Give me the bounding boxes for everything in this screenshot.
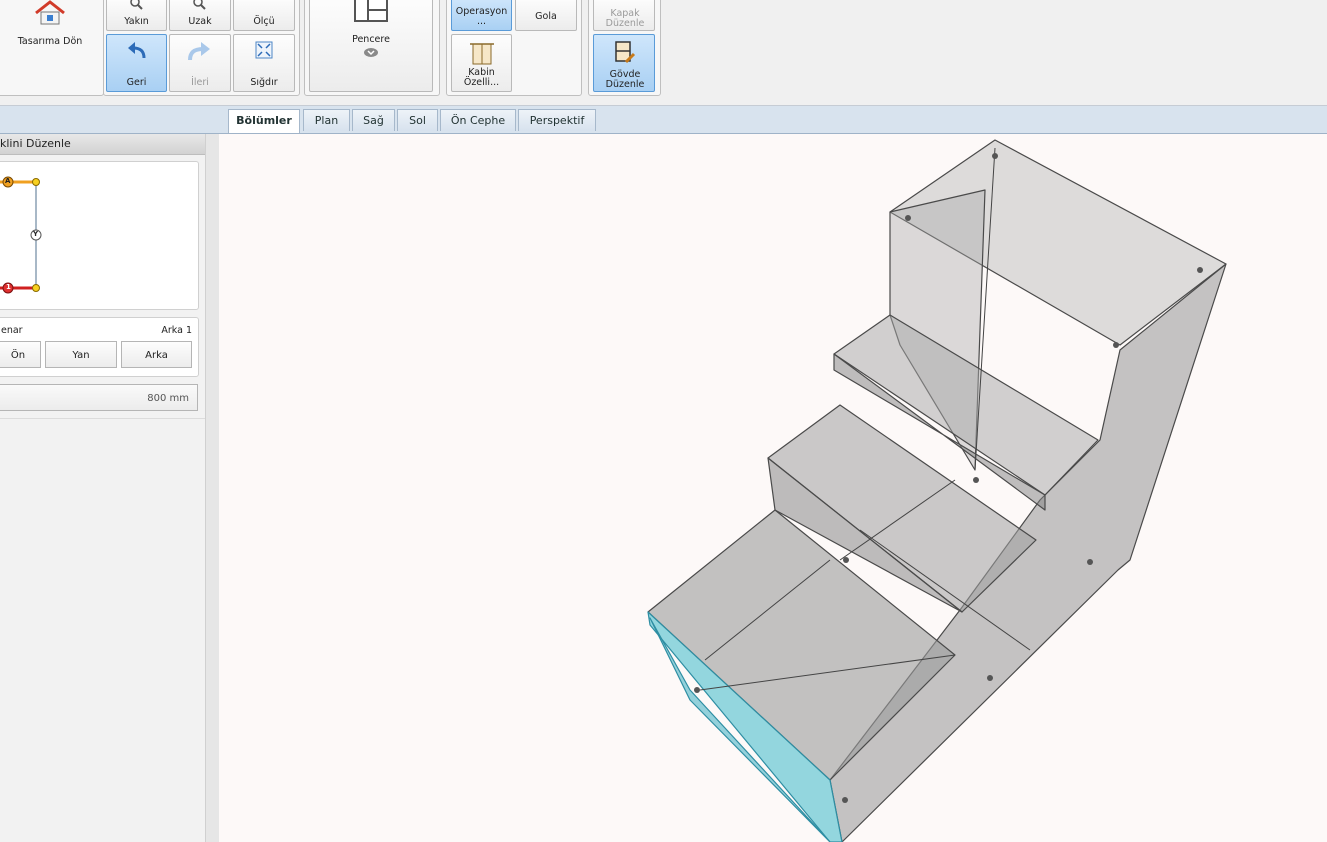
body-edit-label: Gövde Düzenle	[605, 69, 645, 90]
window-button[interactable]: Pencere	[309, 0, 433, 92]
view-tabs: Bölümler Plan Sağ Sol Ön Cephe Perspekti…	[0, 106, 1327, 134]
node-1-label: 1	[6, 283, 11, 291]
edit-group: Kapak Düzenle Gövde Düzenle	[588, 0, 661, 96]
panel-title: klini Düzenle	[0, 134, 205, 155]
node-a-label: A	[5, 177, 11, 185]
view-controls-group: Yakın Uzak Ölçü Geri İleri Sığdır	[103, 0, 300, 96]
operation-label: Operasyon ...	[455, 6, 508, 27]
dimension-field[interactable]: 800 mm	[0, 384, 198, 411]
measure-button[interactable]: Ölçü	[233, 0, 295, 31]
redo-arrow-icon	[188, 42, 210, 61]
gola-button[interactable]: Gola	[515, 0, 577, 31]
zoom-in-button[interactable]: Yakın	[106, 0, 167, 31]
shape-edit-panel: klini Düzenle A Y 1 enar Arka 1 Ön Yan A…	[0, 134, 205, 842]
panel-divider	[0, 418, 205, 419]
tab-plan[interactable]: Plan	[303, 109, 350, 131]
node-y-label: Y	[33, 230, 39, 238]
body-edit-icon	[615, 41, 636, 64]
home-group: Tasarıma Dön	[0, 0, 104, 96]
cabinet-icon	[469, 43, 494, 65]
undo-arrow-icon	[127, 42, 145, 59]
redo-button[interactable]: İleri	[169, 34, 231, 92]
redo-label: İleri	[191, 77, 209, 88]
panel-splitter[interactable]	[205, 134, 220, 842]
edge-back-button[interactable]: Arka	[121, 341, 192, 368]
cabinet-props-label: Kabin Özelli...	[463, 67, 500, 88]
tab-left[interactable]: Sol	[397, 109, 438, 131]
fit-button[interactable]: Sığdır	[233, 34, 295, 92]
zoom-out-label: Uzak	[188, 16, 212, 27]
home-button[interactable]: Tasarıma Dön	[3, 0, 97, 93]
shape-preview: A Y 1	[0, 161, 199, 310]
operations-group: Operasyon ... Gola Kabin Özelli...	[446, 0, 582, 96]
zoom-in-label: Yakın	[124, 16, 149, 27]
tab-right[interactable]: Sağ	[352, 109, 395, 131]
edge-side-button[interactable]: Yan	[45, 341, 117, 368]
home-label: Tasarıma Dön	[17, 36, 83, 47]
fit-label: Sığdır	[250, 77, 278, 88]
tab-front[interactable]: Ön Cephe	[440, 109, 516, 131]
tab-perspective[interactable]: Perspektif	[518, 109, 596, 131]
undo-label: Geri	[126, 77, 147, 88]
chevron-down-icon	[364, 48, 378, 57]
cabinet-3d-model	[647, 139, 1227, 842]
body-edit-button[interactable]: Gövde Düzenle	[593, 34, 655, 92]
3d-viewport[interactable]	[219, 134, 1327, 842]
fit-screen-icon	[255, 41, 273, 59]
tab-sections[interactable]: Bölümler	[228, 109, 300, 133]
undo-button[interactable]: Geri	[106, 34, 167, 92]
edge-value: Arka 1	[161, 325, 192, 336]
measure-label: Ölçü	[253, 16, 275, 27]
edge-selector: enar Arka 1 Ön Yan Arka	[0, 317, 199, 377]
cabinet-properties-button[interactable]: Kabin Özelli...	[451, 34, 512, 92]
door-edit-label: Kapak Düzenle	[605, 8, 645, 29]
window-label: Pencere	[352, 34, 390, 45]
magnifier-plus-icon	[129, 0, 143, 10]
ribbon-toolbar: Tasarıma Dön Yakın Uzak Ölçü Geri İleri …	[0, 0, 1327, 106]
door-edit-button[interactable]: Kapak Düzenle	[593, 0, 655, 31]
window-layout-icon	[354, 0, 388, 22]
window-group: Pencere	[304, 0, 440, 96]
house-icon	[35, 0, 65, 25]
edge-front-button[interactable]: Ön	[0, 341, 41, 368]
edge-label: enar	[1, 325, 23, 336]
zoom-out-button[interactable]: Uzak	[169, 0, 231, 31]
gola-label: Gola	[535, 11, 557, 22]
magnifier-minus-icon	[193, 0, 206, 10]
dimension-value: 800 mm	[147, 393, 189, 404]
operation-button[interactable]: Operasyon ...	[451, 0, 512, 31]
